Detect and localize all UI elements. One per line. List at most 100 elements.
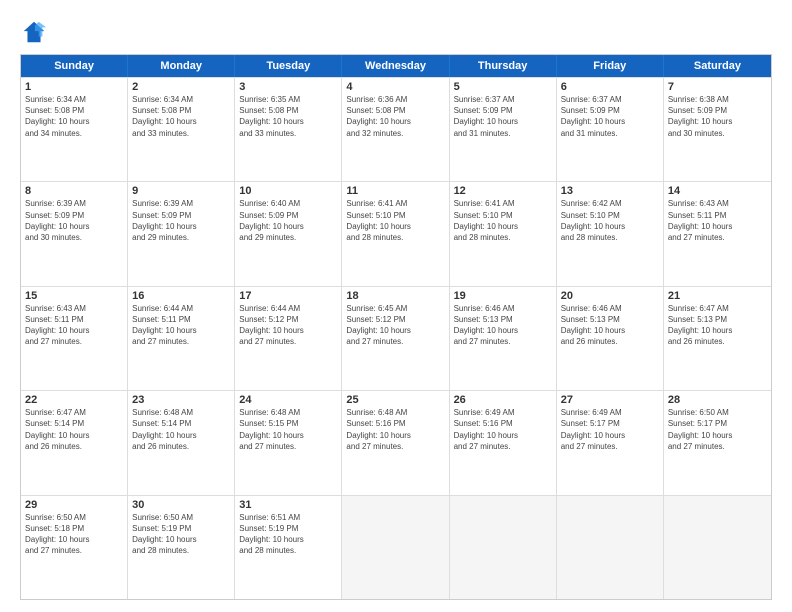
day-number: 7	[668, 81, 767, 93]
day-info: Sunrise: 6:46 AM Sunset: 5:13 PM Dayligh…	[561, 303, 659, 348]
day-number: 30	[132, 499, 230, 511]
day-cell-12: 12Sunrise: 6:41 AM Sunset: 5:10 PM Dayli…	[450, 182, 557, 285]
day-cell-17: 17Sunrise: 6:44 AM Sunset: 5:12 PM Dayli…	[235, 287, 342, 390]
day-number: 10	[239, 185, 337, 197]
header-day-sunday: Sunday	[21, 55, 128, 77]
day-info: Sunrise: 6:40 AM Sunset: 5:09 PM Dayligh…	[239, 198, 337, 243]
day-number: 28	[668, 394, 767, 406]
day-number: 21	[668, 290, 767, 302]
day-info: Sunrise: 6:43 AM Sunset: 5:11 PM Dayligh…	[25, 303, 123, 348]
day-number: 29	[25, 499, 123, 511]
week-row-3: 22Sunrise: 6:47 AM Sunset: 5:14 PM Dayli…	[21, 390, 771, 494]
day-cell-20: 20Sunrise: 6:46 AM Sunset: 5:13 PM Dayli…	[557, 287, 664, 390]
day-info: Sunrise: 6:44 AM Sunset: 5:11 PM Dayligh…	[132, 303, 230, 348]
day-info: Sunrise: 6:34 AM Sunset: 5:08 PM Dayligh…	[25, 94, 123, 139]
header-day-monday: Monday	[128, 55, 235, 77]
day-number: 16	[132, 290, 230, 302]
day-info: Sunrise: 6:35 AM Sunset: 5:08 PM Dayligh…	[239, 94, 337, 139]
day-cell-13: 13Sunrise: 6:42 AM Sunset: 5:10 PM Dayli…	[557, 182, 664, 285]
day-cell-14: 14Sunrise: 6:43 AM Sunset: 5:11 PM Dayli…	[664, 182, 771, 285]
day-cell-15: 15Sunrise: 6:43 AM Sunset: 5:11 PM Dayli…	[21, 287, 128, 390]
day-cell-29: 29Sunrise: 6:50 AM Sunset: 5:18 PM Dayli…	[21, 496, 128, 599]
day-info: Sunrise: 6:51 AM Sunset: 5:19 PM Dayligh…	[239, 512, 337, 557]
day-info: Sunrise: 6:50 AM Sunset: 5:17 PM Dayligh…	[668, 407, 767, 452]
day-number: 15	[25, 290, 123, 302]
day-number: 1	[25, 81, 123, 93]
day-info: Sunrise: 6:39 AM Sunset: 5:09 PM Dayligh…	[132, 198, 230, 243]
empty-cell	[450, 496, 557, 599]
day-cell-4: 4Sunrise: 6:36 AM Sunset: 5:08 PM Daylig…	[342, 78, 449, 181]
day-number: 19	[454, 290, 552, 302]
day-number: 8	[25, 185, 123, 197]
day-info: Sunrise: 6:48 AM Sunset: 5:16 PM Dayligh…	[346, 407, 444, 452]
day-number: 17	[239, 290, 337, 302]
day-info: Sunrise: 6:45 AM Sunset: 5:12 PM Dayligh…	[346, 303, 444, 348]
day-cell-5: 5Sunrise: 6:37 AM Sunset: 5:09 PM Daylig…	[450, 78, 557, 181]
day-cell-8: 8Sunrise: 6:39 AM Sunset: 5:09 PM Daylig…	[21, 182, 128, 285]
day-info: Sunrise: 6:44 AM Sunset: 5:12 PM Dayligh…	[239, 303, 337, 348]
day-number: 25	[346, 394, 444, 406]
day-info: Sunrise: 6:50 AM Sunset: 5:18 PM Dayligh…	[25, 512, 123, 557]
calendar-body: 1Sunrise: 6:34 AM Sunset: 5:08 PM Daylig…	[21, 77, 771, 599]
logo-icon	[20, 18, 48, 46]
day-info: Sunrise: 6:47 AM Sunset: 5:14 PM Dayligh…	[25, 407, 123, 452]
day-info: Sunrise: 6:39 AM Sunset: 5:09 PM Dayligh…	[25, 198, 123, 243]
day-cell-24: 24Sunrise: 6:48 AM Sunset: 5:15 PM Dayli…	[235, 391, 342, 494]
day-cell-10: 10Sunrise: 6:40 AM Sunset: 5:09 PM Dayli…	[235, 182, 342, 285]
day-number: 12	[454, 185, 552, 197]
day-info: Sunrise: 6:34 AM Sunset: 5:08 PM Dayligh…	[132, 94, 230, 139]
day-cell-9: 9Sunrise: 6:39 AM Sunset: 5:09 PM Daylig…	[128, 182, 235, 285]
day-cell-1: 1Sunrise: 6:34 AM Sunset: 5:08 PM Daylig…	[21, 78, 128, 181]
day-info: Sunrise: 6:42 AM Sunset: 5:10 PM Dayligh…	[561, 198, 659, 243]
day-cell-28: 28Sunrise: 6:50 AM Sunset: 5:17 PM Dayli…	[664, 391, 771, 494]
day-number: 26	[454, 394, 552, 406]
day-cell-18: 18Sunrise: 6:45 AM Sunset: 5:12 PM Dayli…	[342, 287, 449, 390]
day-number: 13	[561, 185, 659, 197]
calendar-header: SundayMondayTuesdayWednesdayThursdayFrid…	[21, 55, 771, 77]
header-day-saturday: Saturday	[664, 55, 771, 77]
day-number: 11	[346, 185, 444, 197]
day-number: 22	[25, 394, 123, 406]
day-info: Sunrise: 6:43 AM Sunset: 5:11 PM Dayligh…	[668, 198, 767, 243]
day-cell-11: 11Sunrise: 6:41 AM Sunset: 5:10 PM Dayli…	[342, 182, 449, 285]
day-info: Sunrise: 6:47 AM Sunset: 5:13 PM Dayligh…	[668, 303, 767, 348]
day-number: 2	[132, 81, 230, 93]
day-number: 31	[239, 499, 337, 511]
day-number: 9	[132, 185, 230, 197]
week-row-1: 8Sunrise: 6:39 AM Sunset: 5:09 PM Daylig…	[21, 181, 771, 285]
day-info: Sunrise: 6:36 AM Sunset: 5:08 PM Dayligh…	[346, 94, 444, 139]
day-cell-23: 23Sunrise: 6:48 AM Sunset: 5:14 PM Dayli…	[128, 391, 235, 494]
day-cell-30: 30Sunrise: 6:50 AM Sunset: 5:19 PM Dayli…	[128, 496, 235, 599]
calendar: SundayMondayTuesdayWednesdayThursdayFrid…	[20, 54, 772, 600]
day-number: 23	[132, 394, 230, 406]
day-number: 20	[561, 290, 659, 302]
empty-cell	[664, 496, 771, 599]
day-number: 18	[346, 290, 444, 302]
day-cell-2: 2Sunrise: 6:34 AM Sunset: 5:08 PM Daylig…	[128, 78, 235, 181]
day-info: Sunrise: 6:41 AM Sunset: 5:10 PM Dayligh…	[346, 198, 444, 243]
day-number: 24	[239, 394, 337, 406]
day-cell-22: 22Sunrise: 6:47 AM Sunset: 5:14 PM Dayli…	[21, 391, 128, 494]
day-number: 27	[561, 394, 659, 406]
day-number: 14	[668, 185, 767, 197]
day-cell-27: 27Sunrise: 6:49 AM Sunset: 5:17 PM Dayli…	[557, 391, 664, 494]
empty-cell	[557, 496, 664, 599]
header-day-friday: Friday	[557, 55, 664, 77]
day-cell-26: 26Sunrise: 6:49 AM Sunset: 5:16 PM Dayli…	[450, 391, 557, 494]
week-row-2: 15Sunrise: 6:43 AM Sunset: 5:11 PM Dayli…	[21, 286, 771, 390]
header-day-thursday: Thursday	[450, 55, 557, 77]
week-row-4: 29Sunrise: 6:50 AM Sunset: 5:18 PM Dayli…	[21, 495, 771, 599]
day-cell-3: 3Sunrise: 6:35 AM Sunset: 5:08 PM Daylig…	[235, 78, 342, 181]
header-day-wednesday: Wednesday	[342, 55, 449, 77]
day-cell-16: 16Sunrise: 6:44 AM Sunset: 5:11 PM Dayli…	[128, 287, 235, 390]
day-info: Sunrise: 6:48 AM Sunset: 5:14 PM Dayligh…	[132, 407, 230, 452]
day-info: Sunrise: 6:37 AM Sunset: 5:09 PM Dayligh…	[561, 94, 659, 139]
day-number: 5	[454, 81, 552, 93]
day-info: Sunrise: 6:46 AM Sunset: 5:13 PM Dayligh…	[454, 303, 552, 348]
day-number: 4	[346, 81, 444, 93]
day-info: Sunrise: 6:38 AM Sunset: 5:09 PM Dayligh…	[668, 94, 767, 139]
day-number: 6	[561, 81, 659, 93]
day-number: 3	[239, 81, 337, 93]
day-info: Sunrise: 6:49 AM Sunset: 5:17 PM Dayligh…	[561, 407, 659, 452]
day-cell-7: 7Sunrise: 6:38 AM Sunset: 5:09 PM Daylig…	[664, 78, 771, 181]
